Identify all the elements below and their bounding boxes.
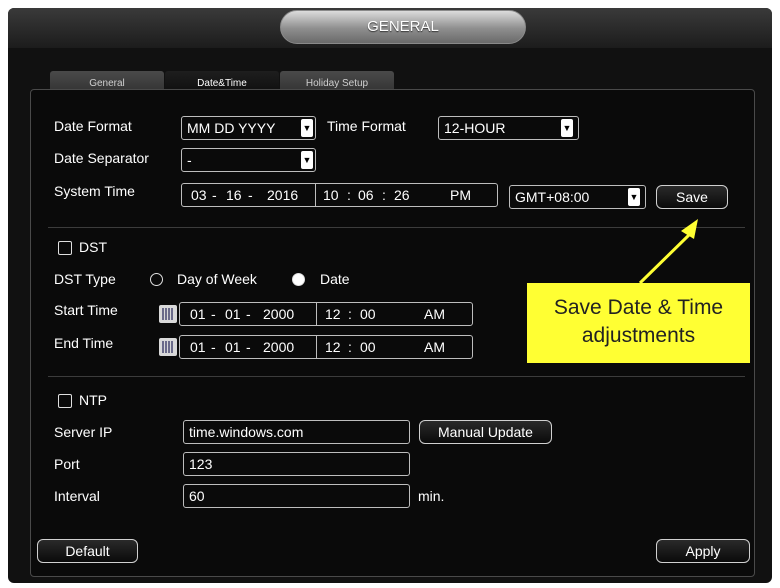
chevron-down-icon: ▼ [628,188,640,206]
window-title: GENERAL [280,10,526,44]
dst-day-of-week-radio[interactable] [150,273,163,286]
title-bar: GENERAL [8,8,772,48]
interval-label: Interval [54,488,100,504]
end-year[interactable]: 2000 [263,336,294,358]
field-divider [316,303,317,325]
interval-unit: min. [418,488,445,504]
dst-label: DST [79,239,107,255]
end-month[interactable]: 01 [190,336,206,358]
time-format-label: Time Format [327,118,406,134]
end-day[interactable]: 01 [225,336,241,358]
chevron-down-icon: ▼ [561,119,573,137]
date-dash: - [248,187,253,203]
calendar-icon[interactable] [159,305,177,323]
port-label: Port [54,456,80,472]
dst-type-label: DST Type [54,271,116,287]
date-separator-label: Date Separator [54,150,149,166]
end-time-label: End Time [54,335,114,351]
chevron-down-icon: ▼ [301,151,313,169]
start-ampm[interactable]: AM [424,303,445,325]
start-day[interactable]: 01 [225,303,241,325]
start-hour[interactable]: 12 [325,303,341,325]
date-format-label: Date Format [54,118,132,134]
date-format-select[interactable]: MM DD YYYY ▼ [181,116,316,140]
start-minute[interactable]: 00 [360,303,376,325]
dst-start-time-input[interactable]: 01 - 01 - 2000 12 : 00 AM [179,302,473,326]
date-dash: - [212,187,217,203]
time-colon: : [347,187,351,203]
timezone-select[interactable]: GMT+08:00 ▼ [509,185,646,209]
system-time-input[interactable]: 03 - 16 - 2016 10 : 06 : 26 PM [181,183,498,207]
date-dash: - [246,306,251,322]
calendar-icon[interactable] [159,338,177,356]
ntp-label: NTP [79,392,107,408]
section-divider [48,376,745,377]
date-dash: - [211,306,216,322]
field-divider [315,184,316,206]
dst-end-time-input[interactable]: 01 - 01 - 2000 12 : 00 AM [179,335,473,359]
system-day[interactable]: 16 [226,184,242,206]
chevron-down-icon: ▼ [301,119,313,137]
system-ampm[interactable]: PM [450,184,471,206]
end-ampm[interactable]: AM [424,336,445,358]
apply-button[interactable]: Apply [656,539,750,563]
dst-date-label: Date [320,271,350,287]
field-divider [316,336,317,358]
system-minute[interactable]: 06 [358,184,374,206]
default-button[interactable]: Default [37,539,138,563]
callout-box: Save Date & Time adjustments [527,283,750,363]
server-ip-label: Server IP [54,424,113,440]
callout-line-2: adjustments [581,324,696,347]
interval-input[interactable]: 60 [183,484,410,508]
date-dash: - [211,339,216,355]
system-time-label: System Time [54,183,135,199]
time-format-value: 12-HOUR [444,120,506,136]
end-minute[interactable]: 00 [360,336,376,358]
timezone-value: GMT+08:00 [515,189,590,205]
start-time-label: Start Time [54,302,118,318]
system-month[interactable]: 03 [191,184,207,206]
section-divider [48,227,745,228]
ntp-checkbox[interactable] [58,394,72,408]
time-colon: : [382,187,386,203]
dst-day-of-week-label: Day of Week [177,271,257,287]
time-colon: : [348,306,352,322]
system-year[interactable]: 2016 [267,184,298,206]
dst-checkbox[interactable] [58,241,72,255]
save-button[interactable]: Save [656,185,728,209]
end-hour[interactable]: 12 [325,336,341,358]
callout-line-1: Save Date & Time [553,296,724,319]
start-year[interactable]: 2000 [263,303,294,325]
date-format-value: MM DD YYYY [187,120,276,136]
date-separator-select[interactable]: - ▼ [181,148,316,172]
port-input[interactable]: 123 [183,452,410,476]
system-hour[interactable]: 10 [323,184,339,206]
date-dash: - [246,339,251,355]
time-format-select[interactable]: 12-HOUR ▼ [438,116,579,140]
date-separator-value: - [187,152,192,168]
dst-date-radio[interactable] [292,273,305,286]
time-colon: : [348,339,352,355]
manual-update-button[interactable]: Manual Update [419,420,552,444]
server-ip-input[interactable]: time.windows.com [183,420,410,444]
start-month[interactable]: 01 [190,303,206,325]
system-second[interactable]: 26 [394,184,410,206]
